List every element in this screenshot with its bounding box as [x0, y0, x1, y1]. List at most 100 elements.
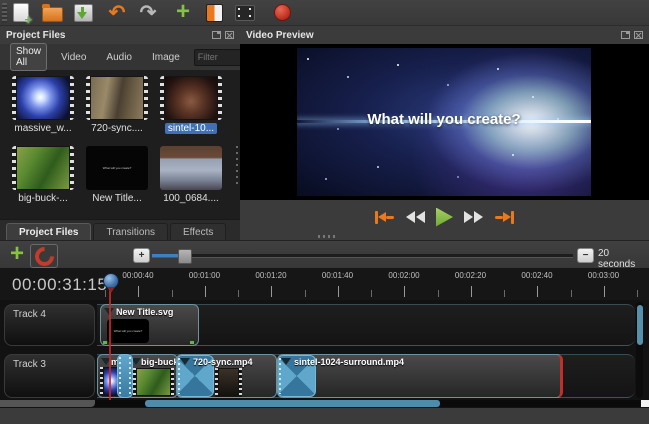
resize-grip[interactable]: [641, 400, 649, 407]
dock-buttons: [212, 31, 234, 39]
dock-buttons: [621, 31, 643, 39]
clip-thumbnail: [215, 368, 242, 397]
track-row-3: Track 3 m big-buck- 72: [0, 354, 649, 398]
file-item-720-sync[interactable]: 720-sync....: [80, 76, 154, 146]
file-label: big-buck-...: [15, 193, 70, 204]
close-panel-icon[interactable]: [225, 31, 234, 39]
dock-panels: Project Files Show All Video Audio Image…: [0, 26, 649, 240]
keyframe-mark: [103, 341, 107, 344]
filter-input[interactable]: [194, 49, 244, 66]
ruler-minor-tick: [105, 290, 106, 297]
track-header-4[interactable]: Track 4: [4, 304, 95, 346]
video-preview-panel: Video Preview What will you create?: [240, 26, 649, 240]
tab-project-files[interactable]: Project Files: [6, 223, 91, 241]
zoom-out-button[interactable]: [577, 248, 594, 263]
fullscreen-icon: [235, 5, 255, 21]
filter-tab-audio[interactable]: Audio: [100, 49, 138, 66]
zoom-in-button[interactable]: [133, 248, 150, 263]
preview-viewport[interactable]: What will you create?: [240, 44, 649, 200]
ruler-minor-tick: [305, 290, 306, 297]
zoom-slider-fill: [152, 254, 180, 257]
magnet-icon: [31, 243, 58, 270]
zoom-slider[interactable]: [152, 254, 573, 258]
title-preview-text: What will you create?: [103, 166, 132, 170]
preview-frame: What will you create?: [297, 48, 591, 196]
save-icon: [74, 4, 93, 22]
vertical-scrollbar-thumb[interactable]: [637, 305, 643, 345]
ruler-major-tick: [404, 286, 405, 297]
clip-thumb-text: What will you create?: [114, 329, 143, 333]
track-header-3[interactable]: Track 3: [4, 354, 95, 398]
open-project-button[interactable]: [41, 2, 63, 24]
fast-forward-button[interactable]: [464, 211, 483, 223]
undo-icon: [109, 0, 126, 25]
undo-button[interactable]: [106, 2, 128, 24]
add-track-button[interactable]: [6, 243, 28, 265]
title-overlay-text: What will you create?: [297, 111, 591, 128]
plus-icon: [10, 244, 24, 264]
ruler-minor-tick: [637, 290, 638, 297]
filmstrip-thumbnail: [12, 146, 74, 190]
filter-tab-video[interactable]: Video: [55, 49, 92, 66]
jump-to-end-button[interactable]: [494, 211, 514, 224]
zoom-slider-thumb[interactable]: [178, 249, 192, 264]
save-project-button[interactable]: [72, 2, 94, 24]
ruler-major-tick: [471, 286, 472, 297]
track-name: Track 4: [13, 309, 46, 320]
clip-thumbnail: [133, 368, 174, 396]
photo-thumbnail: [160, 146, 222, 190]
file-item-new-title[interactable]: What will you create? New Title...: [80, 146, 154, 216]
tab-effects[interactable]: Effects: [170, 223, 226, 241]
stars-decoration: [307, 58, 309, 60]
playhead-line[interactable]: [109, 288, 111, 400]
openshot-window: Project Files Show All Video Audio Image…: [0, 0, 649, 424]
playhead-marker[interactable]: [103, 273, 119, 289]
filter-tab-image[interactable]: Image: [146, 49, 186, 66]
float-panel-icon[interactable]: [621, 31, 630, 39]
horizontal-scrollbar-thumb[interactable]: [145, 400, 440, 407]
horizontal-scrollbar[interactable]: [0, 400, 649, 407]
filter-tab-show-all[interactable]: Show All: [10, 43, 47, 71]
file-item-sintel[interactable]: sintel-10...: [154, 76, 228, 146]
clip-label: New Title.svg: [116, 307, 173, 317]
clip-big-buck[interactable]: big-buck-: [127, 354, 178, 398]
redo-icon: [140, 0, 157, 25]
video-preview-header: Video Preview: [240, 26, 649, 44]
fullscreen-button[interactable]: [234, 2, 256, 24]
clip-label: big-buck-: [141, 357, 178, 367]
rewind-button[interactable]: [406, 211, 425, 223]
horizontal-splitter-handle[interactable]: [318, 235, 336, 238]
toolbar-grip[interactable]: [2, 3, 7, 23]
main-toolbar: [0, 0, 649, 26]
project-files-header: Project Files: [0, 26, 240, 44]
snapping-toggle-button[interactable]: [30, 244, 58, 268]
chevron-down-icon[interactable]: [180, 358, 190, 365]
ruler-minor-tick: [504, 290, 505, 297]
choose-profile-button[interactable]: [203, 2, 225, 24]
import-files-button[interactable]: [172, 2, 194, 24]
jump-to-start-button[interactable]: [375, 211, 395, 224]
new-project-button[interactable]: [10, 2, 32, 24]
float-panel-icon[interactable]: [212, 31, 221, 39]
redo-button[interactable]: [137, 2, 159, 24]
vertical-scrollbar[interactable]: [636, 302, 643, 398]
tab-transitions[interactable]: Transitions: [93, 223, 168, 241]
timeline-toolbar: 20 seconds: [0, 240, 649, 269]
chevron-down-icon[interactable]: [281, 358, 291, 365]
close-panel-icon[interactable]: [634, 31, 643, 39]
clip-720-sync[interactable]: 720-sync.mp4: [176, 354, 277, 398]
clip-sintel[interactable]: sintel-1024-surround.mp4: [277, 354, 563, 398]
transition-clip[interactable]: [117, 354, 133, 398]
project-files-panel: Project Files Show All Video Audio Image…: [0, 26, 240, 240]
ruler-minor-tick: [172, 290, 173, 297]
export-video-button[interactable]: [271, 2, 293, 24]
scrollbar-left-cap: [0, 400, 95, 407]
ruler-major-tick: [537, 286, 538, 297]
track-row-4: Track 4 New Title.svg What will you crea…: [0, 304, 649, 346]
file-item-big-buck[interactable]: big-buck-...: [6, 146, 80, 216]
file-item-100-0684[interactable]: 100_0684....: [154, 146, 228, 216]
play-button[interactable]: [436, 208, 453, 227]
timeline-ruler[interactable]: 00:00:4000:01:0000:01:2000:01:4000:02:00…: [95, 268, 649, 300]
clip-new-title[interactable]: New Title.svg What will you create?: [100, 304, 199, 346]
file-item-massive[interactable]: massive_w...: [6, 76, 80, 146]
